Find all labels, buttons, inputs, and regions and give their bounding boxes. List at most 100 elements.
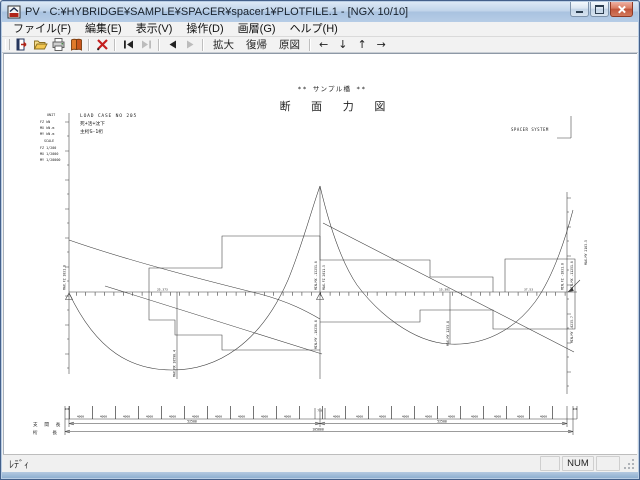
zoom-button[interactable]: 拡大 <box>207 37 240 52</box>
svg-text:MIN.FZ -1031.8: MIN.FZ -1031.8 <box>561 263 565 290</box>
exit-icon <box>15 37 30 52</box>
shear-step-lower <box>149 292 575 350</box>
pan-left-button[interactable]: ← <box>314 38 333 51</box>
abort-icon <box>95 37 110 52</box>
right-top-bracket <box>557 116 571 138</box>
svg-text:MY 1/20000: MY 1/20000 <box>40 158 60 162</box>
dimension-block: 4000 4000 4000 4000 4000 4000 4000 4000 … <box>33 406 578 436</box>
svg-text:52500: 52500 <box>187 419 197 423</box>
pan-up-button[interactable]: ↑ <box>352 38 371 51</box>
status-pane-num: NUM <box>562 456 594 471</box>
unit-scale-block: UNIT FZ kN MX kN.m MY kN.m SCALE FZ 1/20… <box>40 113 60 162</box>
resize-grip[interactable] <box>622 457 636 471</box>
svg-text:SCALE: SCALE <box>44 139 54 143</box>
restore-button[interactable]: 復帰 <box>240 37 273 52</box>
svg-text:37.53: 37.53 <box>524 288 533 292</box>
first-page-icon <box>121 37 136 52</box>
menu-view[interactable]: 表示(V) <box>129 22 180 36</box>
system-text: SPACER SYSTEM <box>511 127 549 132</box>
maximize-icon <box>595 5 604 14</box>
svg-text:400: 400 <box>573 407 578 411</box>
minimize-icon <box>576 11 583 13</box>
minimize-button[interactable] <box>570 2 589 17</box>
last-page-icon <box>139 37 154 52</box>
pan-down-button[interactable]: ↓ <box>333 38 352 51</box>
svg-text:52500: 52500 <box>437 419 447 423</box>
pan-right-button[interactable]: → <box>372 38 391 51</box>
toolbar-separator <box>309 39 311 51</box>
menu-layer[interactable]: 画層(G) <box>231 22 283 36</box>
menu-operate[interactable]: 操作(D) <box>179 22 230 36</box>
svg-text:MAX.MY 1253.8: MAX.MY 1253.8 <box>446 321 450 346</box>
svg-text:MAX.FZ 1031.8: MAX.FZ 1031.8 <box>63 265 67 290</box>
manual-button[interactable] <box>67 37 85 52</box>
svg-text:15.301: 15.301 <box>439 288 450 292</box>
svg-text:4000: 4000 <box>494 414 501 418</box>
menu-bar: ファイル(F) 編集(E) 表示(V) 操作(D) 画層(G) ヘルプ(H) <box>2 22 638 37</box>
book-icon <box>69 37 84 52</box>
open-folder-icon <box>33 37 48 52</box>
menu-edit[interactable]: 編集(E) <box>78 22 129 36</box>
svg-text:4000: 4000 <box>471 414 478 418</box>
svg-text:4000: 4000 <box>425 414 432 418</box>
svg-text:4000: 4000 <box>517 414 524 418</box>
my-curve-left <box>69 240 320 319</box>
next-page-button[interactable] <box>181 37 199 52</box>
first-page-button[interactable] <box>119 37 137 52</box>
toolbar: 拡大 復帰 原図 ← ↓ ↑ → <box>2 37 638 53</box>
toolbar-separator <box>88 39 90 51</box>
exit-button[interactable] <box>13 37 31 52</box>
svg-text:105800: 105800 <box>312 427 324 431</box>
svg-text:MX 1/2000: MX 1/2000 <box>40 152 58 156</box>
svg-text:MAX.FZ 2011.5: MAX.FZ 2011.5 <box>322 265 326 290</box>
svg-text:FZ 1/200: FZ 1/200 <box>40 146 56 150</box>
load-case-text: LOAD CASE NO 205 <box>80 113 137 119</box>
svg-text:4000: 4000 <box>169 414 176 418</box>
svg-text:MIN.MX -13251.6: MIN.MX -13251.6 <box>314 261 318 290</box>
last-page-button[interactable] <box>137 37 155 52</box>
my-line-left <box>105 286 322 354</box>
svg-text:4000: 4000 <box>261 414 268 418</box>
print-button[interactable] <box>49 37 67 52</box>
prev-page-button[interactable] <box>163 37 181 52</box>
moment-curve-left <box>69 186 320 370</box>
status-bar: ﾚﾃﾞｨ NUM <box>3 454 637 472</box>
maximize-button[interactable] <box>590 2 609 17</box>
svg-text:4000: 4000 <box>540 414 547 418</box>
svg-text:4000: 4000 <box>402 414 409 418</box>
svg-text:4000: 4000 <box>100 414 107 418</box>
svg-text:750: 750 <box>317 408 323 412</box>
title-bar[interactable]: PV - C:¥HYBRIDGE¥SAMPLE¥SPACER¥spacer1¥P… <box>2 2 638 23</box>
moment-curve-right <box>320 186 573 344</box>
svg-text:4000: 4000 <box>77 414 84 418</box>
close-button[interactable] <box>610 2 633 17</box>
open-button[interactable] <box>31 37 49 52</box>
value-labels: MAX.FZ 1031.8 MAX.MX 10598.4 MIN.MX -132… <box>63 240 589 377</box>
svg-text:4000: 4000 <box>238 414 245 418</box>
left-axis-ticks <box>65 122 69 368</box>
svg-text:MX kN.m: MX kN.m <box>40 126 54 130</box>
close-icon <box>617 5 626 14</box>
svg-text:4000: 4000 <box>192 414 199 418</box>
original-view-button[interactable]: 原図 <box>273 37 306 52</box>
caption-buttons <box>569 2 633 17</box>
abort-button[interactable] <box>93 37 111 52</box>
svg-text:4000: 4000 <box>215 414 222 418</box>
plot-title-line1: ** サンプル橋 ** <box>298 84 367 93</box>
svg-text:4000: 4000 <box>448 414 455 418</box>
svg-text:MIN.MY -8235.7: MIN.MY -8235.7 <box>570 316 574 343</box>
load-member-text: 主桁G-1桁 <box>80 128 103 135</box>
svg-text:UNIT: UNIT <box>47 113 55 117</box>
menu-help[interactable]: ヘルプ(H) <box>283 22 345 36</box>
svg-text:MIN.MX -11251.6: MIN.MX -11251.6 <box>570 261 574 290</box>
toolbar-separator <box>202 39 204 51</box>
load-desc-text: 死+活+沈下 <box>80 120 105 127</box>
toolbar-separator <box>158 39 160 51</box>
svg-text:4000: 4000 <box>284 414 291 418</box>
status-pane-empty <box>540 456 560 471</box>
plot-canvas[interactable]: ** サンプル橋 ** 断 面 力 図 LOAD CASE NO 205 死+活… <box>3 53 637 455</box>
menu-file[interactable]: ファイル(F) <box>6 22 78 36</box>
window-title: PV - C:¥HYBRIDGE¥SAMPLE¥SPACER¥spacer1¥P… <box>25 6 408 18</box>
svg-text:4000: 4000 <box>356 414 363 418</box>
toolbar-grip[interactable] <box>5 39 10 50</box>
